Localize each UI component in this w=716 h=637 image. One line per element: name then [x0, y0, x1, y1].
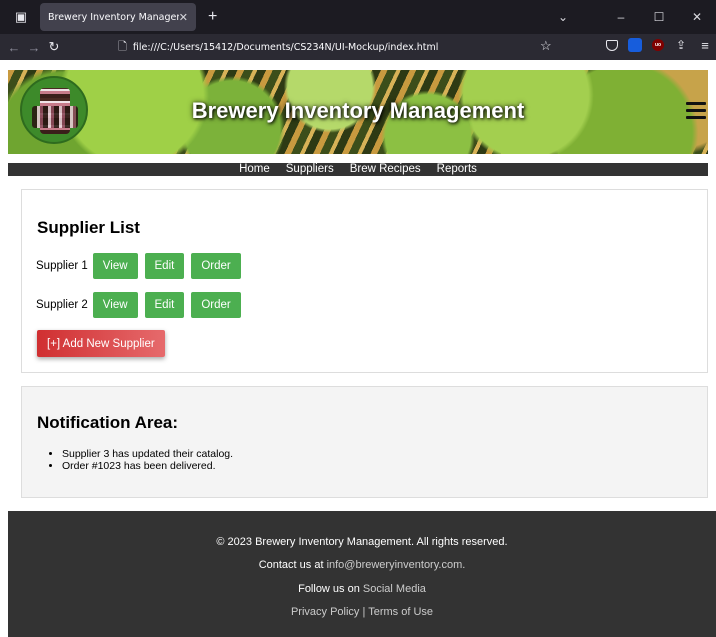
tab-overflow-chevron-icon[interactable]: ⌄: [544, 10, 582, 24]
hamburger-menu-icon[interactable]: [686, 96, 706, 124]
list-item: Order #1023 has been delivered.: [62, 460, 233, 472]
privacy-policy-link[interactable]: Privacy Policy: [291, 606, 359, 618]
browser-nav-bar: ← → ↻ 🗋 file:///C:/Users/15412/Documents…: [0, 34, 716, 60]
url-text[interactable]: file:///C:/Users/15412/Documents/CS234N/…: [133, 42, 439, 53]
view-supplier-button[interactable]: View: [92, 292, 138, 318]
site-title: Brewery Inventory Management: [191, 98, 525, 123]
pocket-icon[interactable]: [606, 39, 618, 51]
minimize-button[interactable]: –: [602, 10, 640, 24]
nav-suppliers[interactable]: Suppliers: [286, 163, 334, 176]
nav-reports[interactable]: Reports: [437, 163, 477, 176]
site-header: Brewery Inventory Management: [8, 70, 708, 154]
nav-home[interactable]: Home: [239, 163, 270, 176]
supplier-list-title: Supplier List: [37, 218, 140, 237]
supplier-name: Supplier 2: [36, 299, 88, 311]
contact-email-link[interactable]: info@breweryinventory.com.: [327, 559, 466, 571]
view-supplier-button[interactable]: View: [92, 253, 138, 279]
tab-close-icon[interactable]: ✕: [179, 11, 188, 24]
bitwarden-icon[interactable]: [628, 38, 642, 52]
follow-prefix: Follow us on: [298, 583, 363, 595]
tab-title: Brewery Inventory Management: [48, 11, 179, 23]
main-nav: Home Suppliers Brew Recipes Reports: [8, 163, 708, 176]
browser-tab[interactable]: Brewery Inventory Management ✕: [40, 3, 196, 31]
address-bar[interactable]: 🗋 file:///C:/Users/15412/Documents/CS234…: [118, 37, 568, 57]
terms-of-use-link[interactable]: Terms of Use: [368, 606, 433, 618]
order-supplier-button[interactable]: Order: [191, 292, 241, 318]
edit-supplier-button[interactable]: Edit: [144, 292, 185, 318]
supplier-row: Supplier 1 View Edit Order: [36, 253, 248, 279]
web-page: Brewery Inventory Management Home Suppli…: [0, 60, 716, 637]
add-new-supplier-button[interactable]: [+] Add New Supplier: [37, 330, 165, 357]
app-menu-icon[interactable]: ≡: [698, 38, 712, 53]
back-arrow-icon[interactable]: ←: [4, 40, 24, 55]
window-close-button[interactable]: ✕: [678, 10, 716, 24]
extension-icons: uo ⇪ ≡: [606, 38, 712, 53]
site-footer: © 2023 Brewery Inventory Management. All…: [8, 511, 716, 637]
notification-area-card: Notification Area: Supplier 3 has update…: [21, 386, 708, 498]
window-controls: ⌄ – ☐ ✕: [544, 0, 716, 34]
copyright-text: © 2023 Brewery Inventory Management. All…: [216, 536, 508, 548]
nav-brew-recipes[interactable]: Brew Recipes: [350, 163, 421, 176]
order-supplier-button[interactable]: Order: [191, 253, 241, 279]
maximize-button[interactable]: ☐: [640, 10, 678, 24]
browser-tab-bar: ▣ Brewery Inventory Management ✕ + ⌄ – ☐…: [0, 0, 716, 34]
tab-list-icon[interactable]: ▣: [4, 0, 38, 34]
notification-area-title: Notification Area:: [37, 413, 179, 432]
contact-prefix: Contact us at: [258, 559, 327, 571]
list-item: Supplier 3 has updated their catalog.: [62, 448, 233, 460]
supplier-row: Supplier 2 View Edit Order: [36, 292, 248, 318]
forward-arrow-icon[interactable]: →: [24, 40, 44, 55]
notification-list: Supplier 3 has updated their catalog. Or…: [62, 448, 233, 472]
bookmark-star-icon[interactable]: ☆: [540, 38, 552, 54]
supplier-name: Supplier 1: [36, 260, 88, 272]
page-icon: 🗋: [118, 40, 127, 53]
share-icon[interactable]: ⇪: [674, 38, 688, 52]
edit-supplier-button[interactable]: Edit: [144, 253, 185, 279]
social-media-link[interactable]: Social Media: [363, 583, 426, 595]
legal-links: Privacy Policy | Terms of Use: [8, 606, 716, 618]
legal-separator: |: [359, 606, 369, 618]
new-tab-button[interactable]: +: [208, 8, 217, 26]
contact-line: Contact us at info@breweryinventory.com.: [8, 559, 716, 571]
reload-icon[interactable]: ↻: [44, 39, 64, 55]
follow-line: Follow us on Social Media: [8, 583, 716, 595]
supplier-list-card: Supplier List Supplier 1 View Edit Order…: [21, 189, 708, 373]
ublock-icon[interactable]: uo: [652, 39, 664, 51]
